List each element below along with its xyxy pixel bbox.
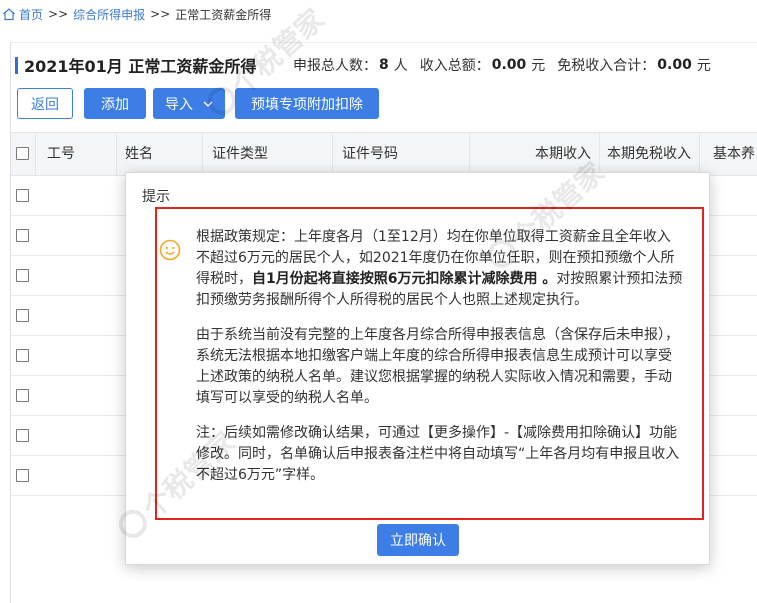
text-line: 修改。同时，名单确认后申报表备注栏中将自动填写“上年各月均有申报且收入 [196, 446, 680, 462]
column-header-pension[interactable]: 基本养 [700, 133, 757, 175]
stat-unit: 元 [531, 58, 546, 74]
breadcrumb: 首页 >> 综合所得申报 >> 正常工资薪金所得 [2, 4, 271, 24]
page-header: 2021年01月 正常工资薪金所得 [15, 54, 256, 76]
text-segment: 得税时， [196, 271, 252, 287]
back-button[interactable]: 返回 [17, 88, 73, 119]
add-button[interactable]: 添加 [84, 88, 146, 119]
import-button-label: 导入 [165, 96, 193, 113]
column-header-employee-id[interactable]: 工号 [36, 133, 117, 175]
column-header-id-number[interactable]: 证件号码 [333, 133, 470, 175]
column-header-id-type[interactable]: 证件类型 [203, 133, 333, 175]
row-checkbox[interactable] [16, 309, 29, 322]
page-title: 2021年01月 正常工资薪金所得 [24, 57, 257, 76]
policy-paragraph: 根据政策规定：上年度各月（1至12月）均在你单位取得工资薪金且全年收入 不超过6… [196, 227, 686, 311]
text-line: 由于系统当前没有完整的上年度各月综合所得申报表信息（含保存后未申报）， [196, 327, 679, 343]
home-icon[interactable] [2, 7, 16, 21]
text-line: 填写可以享受的纳税人名单。 [196, 390, 378, 406]
breadcrumb-current: 正常工资薪金所得 [175, 7, 272, 22]
text-line: 不超过6万元”字样。 [196, 467, 325, 483]
text-line: 不超过6万元的居民个人，如2021年度仍在你单位任职，则在预扣预缴个人所 [196, 250, 675, 266]
smiley-icon [159, 239, 181, 261]
stat-value: 8 [379, 57, 389, 73]
text-line: 得税时，自1月份起将直接按照6万元扣除累计减除费用 。对按照累计预扣法预 [196, 269, 686, 290]
select-all-checkbox[interactable] [16, 147, 29, 160]
stat-label: 申报总人数： [293, 58, 377, 74]
stat-total-income: 收入总额： 0.00 元 [420, 55, 546, 75]
chevron-down-icon [203, 99, 213, 109]
text-line: 注：后续如需修改确认结果，可通过【更多操作】-【减除费用扣除确认】功能 [196, 425, 678, 441]
table-header: 工号 姓名 证件类型 证件号码 本期收入 本期免税收入 基本养 [11, 132, 757, 176]
row-checkbox[interactable] [16, 469, 29, 482]
summary-stats: 申报总人数： 8 人 收入总额： 0.00 元 免税收入合计： 0.00 元 [293, 54, 711, 76]
emphasized-text: 自1月份起将直接按照6万元扣除累计减除费用 。 [252, 271, 557, 287]
row-checkbox[interactable] [16, 429, 29, 442]
row-checkbox[interactable] [16, 229, 29, 242]
stat-label: 收入总额： [419, 58, 490, 74]
row-checkbox[interactable] [16, 349, 29, 362]
breadcrumb-home-link[interactable]: 首页 [19, 6, 43, 23]
row-checkbox[interactable] [16, 189, 29, 202]
text-line: 系统无法根据本地扣缴客户端上年度的综合所得申报表信息生成预计可以享受 [196, 348, 672, 364]
row-checkbox[interactable] [16, 269, 29, 282]
stat-unit: 元 [696, 58, 711, 74]
text-line: 上述政策的纳税人名单。建议您根据掌握的纳税人实际收入情况和需要，手动 [196, 369, 672, 385]
stat-total-taxfree: 免税收入合计： 0.00 元 [557, 55, 711, 75]
stat-label: 免税收入合计： [557, 58, 656, 74]
import-button[interactable]: 导入 [153, 88, 225, 119]
prefill-deduction-button[interactable]: 预填专项附加扣除 [235, 88, 379, 119]
stat-total-people: 申报总人数： 8 人 [293, 55, 408, 75]
column-header-income[interactable]: 本期收入 [470, 133, 600, 175]
column-header-name[interactable]: 姓名 [117, 133, 203, 175]
breadcrumb-separator: >> [150, 7, 171, 21]
title-accent-bar [15, 56, 18, 74]
dialog-title: 提示 [142, 189, 170, 205]
system-notice-paragraph: 由于系统当前没有完整的上年度各月综合所得申报表信息（含保存后未申报）， 系统无法… [196, 325, 686, 409]
note-paragraph: 注：后续如需修改确认结果，可通过【更多操作】-【减除费用扣除确认】功能 修改。同… [196, 423, 686, 486]
stat-value: 0.00 [491, 57, 527, 73]
confirm-now-button[interactable]: 立即确认 [377, 524, 459, 556]
column-header-taxfree-income[interactable]: 本期免税收入 [600, 133, 700, 175]
breadcrumb-separator: >> [48, 7, 69, 21]
stat-unit: 人 [393, 58, 408, 74]
stat-value: 0.00 [657, 57, 692, 73]
breadcrumb-comprehensive-income-link[interactable]: 综合所得申报 [73, 6, 145, 23]
header-checkbox-cell [11, 133, 36, 175]
row-checkbox[interactable] [16, 389, 29, 402]
text-line: 根据政策规定：上年度各月（1至12月）均在你单位取得工资薪金且全年收入 [196, 229, 671, 245]
text-segment: 对按照累计预扣法预 [556, 271, 683, 287]
notice-dialog: 提示 根据政策规定：上年度各月（1至12月）均在你单位取得工资薪金且全年收入 不… [125, 172, 710, 565]
text-line: 扣预缴劳务报酬所得个人所得税的居民个人也照上述规定执行。 [196, 292, 588, 308]
dialog-content: 根据政策规定：上年度各月（1至12月）均在你单位取得工资薪金且全年收入 不超过6… [196, 227, 686, 500]
